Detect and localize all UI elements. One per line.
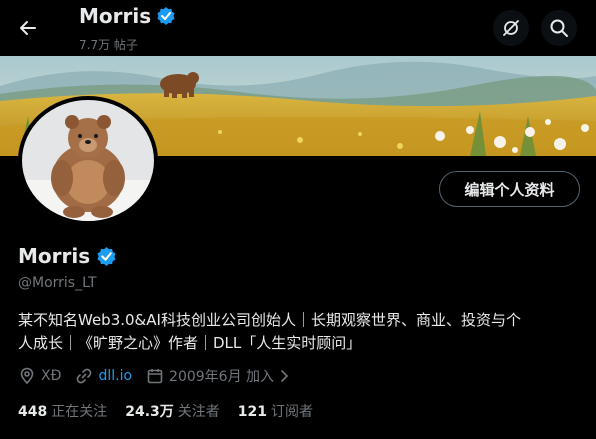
profile-name: Morris (18, 244, 117, 268)
profile-stats: 448 正在关注 24.3万 关注者 121 订阅者 (18, 401, 313, 421)
edit-profile-button[interactable]: 编辑个人资料 (439, 171, 580, 207)
search-button[interactable] (541, 10, 577, 46)
location-icon (20, 367, 34, 385)
followers-count: 24.3万 (125, 404, 174, 420)
display-name: Morris (18, 244, 91, 268)
join-date[interactable]: 2009年6月 加入 (146, 366, 291, 386)
verified-badge-icon (157, 7, 175, 25)
following-stat[interactable]: 448 正在关注 (18, 401, 107, 421)
followers-label: 关注者 (177, 404, 220, 420)
followers-stat[interactable]: 24.3万 关注者 (125, 401, 220, 421)
website-link[interactable]: dll.io (98, 368, 132, 384)
avatar[interactable] (18, 96, 158, 225)
back-button[interactable] (10, 10, 46, 46)
search-icon (550, 19, 568, 37)
grok-icon (503, 20, 519, 36)
link-icon (77, 368, 92, 384)
bio-line-2: 人成长｜《旷野之心》作者｜DLL「人生实时顾问」 (18, 334, 362, 352)
location: XĐ (18, 367, 61, 385)
profile-bio: 某不知名Web3.0&AI科技创业公司创始人｜长期观察世界、商业、投资与个 人成… (18, 309, 588, 355)
grok-button[interactable] (493, 10, 529, 46)
back-arrow-icon (20, 21, 36, 35)
bear-avatar-image (22, 100, 154, 221)
website[interactable]: dll.io (75, 367, 132, 385)
profile-meta: XĐ dll.io 2009年6月 加入 (18, 364, 291, 388)
location-text: XĐ (41, 368, 62, 384)
header-title: Morris (79, 4, 176, 28)
subscribers-count: 121 (237, 404, 268, 420)
chevron-right-icon (281, 370, 289, 382)
calendar-icon (147, 369, 163, 384)
verified-badge-icon[interactable] (96, 246, 117, 267)
profile-handle: @Morris_LT (18, 275, 97, 291)
post-count: 7.7万 帖子 (79, 38, 138, 52)
join-date-text: 2009年6月 加入 (169, 369, 275, 385)
subscribers-label: 订阅者 (271, 404, 314, 420)
bio-line-1: 某不知名Web3.0&AI科技创业公司创始人｜长期观察世界、商业、投资与个 (18, 311, 521, 329)
top-bar: Morris 7.7万 帖子 (0, 0, 596, 56)
following-count: 448 (18, 404, 48, 420)
subscribers-stat[interactable]: 121 订阅者 (238, 401, 313, 421)
following-label: 正在关注 (51, 404, 108, 420)
header-name: Morris (79, 4, 152, 28)
